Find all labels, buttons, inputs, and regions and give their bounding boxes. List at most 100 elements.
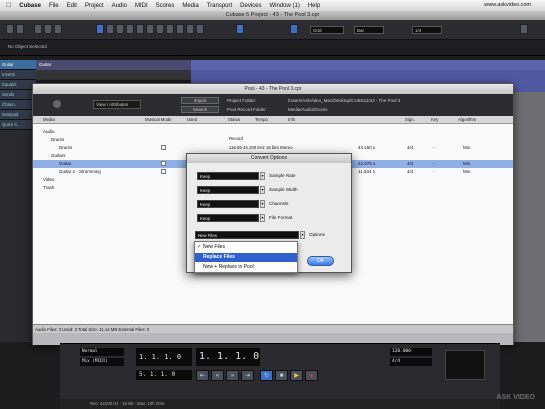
chevron-down-icon[interactable]: ▾ xyxy=(260,200,265,208)
activate-project-button[interactable] xyxy=(6,24,14,34)
menu-item-new-replace-in-pool[interactable]: New + Replace in Pool xyxy=(195,263,297,272)
menu-transport[interactable]: Transport xyxy=(207,3,232,9)
pool-row-sign: 4/4 xyxy=(407,145,414,150)
line-tool[interactable] xyxy=(186,24,194,34)
rewind-icon[interactable]: « xyxy=(211,370,224,381)
pool-row[interactable]: Drums xyxy=(33,136,513,144)
ok-button[interactable]: OK xyxy=(307,256,334,266)
quantize-value-select[interactable]: 1/4 xyxy=(412,26,442,34)
menu-project[interactable]: Project xyxy=(85,3,104,9)
color-select-button[interactable] xyxy=(520,24,528,34)
menu-help[interactable]: Help xyxy=(308,3,320,9)
menu-audio[interactable]: Audio xyxy=(112,3,127,9)
fast-forward-icon[interactable]: » xyxy=(226,370,239,381)
inspector-notepad[interactable]: Notepad xyxy=(0,110,36,120)
col-media[interactable]: Media xyxy=(43,117,55,122)
import-button[interactable]: Import xyxy=(181,97,219,104)
menu-cubase[interactable]: Cubase xyxy=(19,3,41,9)
inspector-track-name[interactable]: Guitar xyxy=(0,60,36,70)
mode-normal-select[interactable]: Normal xyxy=(80,348,124,356)
col-musical-mode[interactable]: Musical Mode xyxy=(145,117,172,122)
sample-rate-select[interactable]: Keep xyxy=(197,172,259,180)
col-info[interactable]: Info xyxy=(288,117,295,122)
inspector-channel[interactable]: Chann. xyxy=(0,100,36,110)
pool-row-name: Trash xyxy=(43,185,55,190)
tempo-display[interactable]: 120.000 xyxy=(390,348,432,356)
sample-width-select[interactable]: Keep xyxy=(197,186,259,194)
chevron-down-icon[interactable]: ▾ xyxy=(260,214,265,222)
sample-rate-label: Sample Rate xyxy=(269,173,296,178)
menu-scores[interactable]: Scores xyxy=(156,3,175,9)
search-button[interactable]: Search xyxy=(181,106,219,113)
play-icon[interactable] xyxy=(44,24,52,34)
inspector-equalizers[interactable]: Equaliz. xyxy=(0,80,36,90)
apple-icon[interactable]:  xyxy=(6,2,11,9)
chevron-down-icon[interactable]: ▾ xyxy=(300,231,305,239)
inspector-sends[interactable]: Sends xyxy=(0,90,36,100)
rewind-to-start-icon[interactable]: ⇤ xyxy=(196,370,209,381)
position-display[interactable]: 1. 1. 1. 0 xyxy=(196,348,260,366)
mute-tool[interactable] xyxy=(156,24,164,34)
menu-edit[interactable]: Edit xyxy=(67,3,77,9)
pool-row[interactable]: Audio xyxy=(33,128,513,136)
cycle-icon[interactable]: ↻ xyxy=(260,370,273,381)
zoom-tool[interactable] xyxy=(146,24,154,34)
record-icon[interactable] xyxy=(54,24,62,34)
chevron-down-icon[interactable]: ▾ xyxy=(260,186,265,194)
menu-file[interactable]: File xyxy=(49,3,59,9)
right-locator-display[interactable]: 5. 1. 1. 0 xyxy=(136,370,192,380)
speaker-icon[interactable] xyxy=(53,100,61,108)
record-icon[interactable]: ● xyxy=(305,370,318,381)
left-locator-display[interactable]: 1. 1. 1. 0 xyxy=(136,348,192,366)
menubar-url: www.askvideo.com xyxy=(484,2,531,8)
play-tool[interactable] xyxy=(196,24,204,34)
play-icon[interactable]: ▶ xyxy=(290,370,303,381)
autoscroll-button[interactable] xyxy=(236,24,244,34)
options-select[interactable]: New Files xyxy=(195,231,299,239)
pool-row-info: 11.034 s xyxy=(358,169,375,174)
col-key[interactable]: Key xyxy=(431,117,438,122)
musical-mode-checkbox[interactable] xyxy=(161,169,166,174)
time-warp-tool[interactable] xyxy=(166,24,174,34)
view-attributes-select[interactable]: View / Attributes xyxy=(93,100,141,109)
pool-row-name: Audio xyxy=(43,129,55,134)
menu-window[interactable]: Window (1) xyxy=(270,3,300,9)
inspector-inserts[interactable]: Inserts xyxy=(0,70,36,80)
chevron-down-icon[interactable]: ▾ xyxy=(260,172,265,180)
menu-media[interactable]: Media xyxy=(182,3,198,9)
transport-panel: Normal Mix (MIDI) 1. 1. 1. 0 5. 1. 1. 0 … xyxy=(60,343,500,399)
draw-tool[interactable] xyxy=(176,24,184,34)
mode-mix-select[interactable]: Mix (MIDI) xyxy=(80,358,124,366)
erase-tool[interactable] xyxy=(136,24,144,34)
glue-tool[interactable] xyxy=(126,24,134,34)
grid-type-select[interactable]: Grid xyxy=(310,26,344,34)
col-status[interactable]: Status xyxy=(228,117,240,122)
signature-display[interactable]: 4/4 xyxy=(390,358,432,366)
musical-mode-checkbox[interactable] xyxy=(161,161,166,166)
col-used[interactable]: Used xyxy=(187,117,197,122)
track-row[interactable]: Guitar xyxy=(36,60,191,70)
split-tool[interactable] xyxy=(116,24,124,34)
stop-icon[interactable] xyxy=(34,24,42,34)
object-selection-tool[interactable] xyxy=(96,24,104,34)
channels-select[interactable]: Keep xyxy=(197,200,259,208)
timeline-ruler[interactable] xyxy=(191,60,545,70)
musical-mode-checkbox[interactable] xyxy=(161,145,166,150)
inspector-quick-controls[interactable]: Quick C. xyxy=(0,120,36,130)
file-format-select[interactable]: Keep xyxy=(197,214,259,222)
col-algorithm[interactable]: Algorithm xyxy=(458,117,476,122)
menu-item-replace-files[interactable]: Replace Files xyxy=(195,253,297,262)
checkmark-icon: ✓ xyxy=(197,244,202,250)
constrain-delay-button[interactable] xyxy=(16,24,24,34)
menu-midi[interactable]: MIDI xyxy=(135,3,148,9)
col-sign[interactable]: Sign. xyxy=(405,117,415,122)
snap-button[interactable] xyxy=(290,24,298,34)
range-tool[interactable] xyxy=(106,24,114,34)
menu-devices[interactable]: Devices xyxy=(240,3,261,9)
quantize-select[interactable]: Bar xyxy=(354,26,384,34)
go-to-end-icon[interactable]: ⇥ xyxy=(241,370,254,381)
menu-item-new-files[interactable]: ✓ New Files xyxy=(195,243,297,252)
record-format-status: Rec: 44100 Hz - 16 Bit - Max: 18h 20m xyxy=(60,399,500,409)
col-tempo[interactable]: Tempo xyxy=(255,117,268,122)
stop-icon[interactable]: ■ xyxy=(275,370,288,381)
